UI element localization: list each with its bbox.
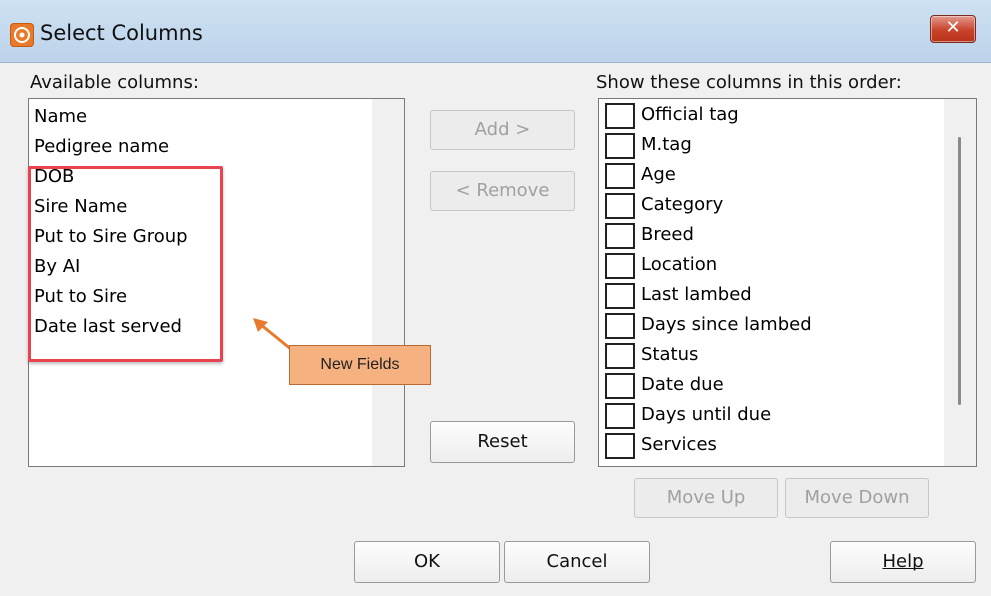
help-label: Help <box>882 551 924 572</box>
shown-columns-list[interactable]: Official tag M.tag Age Category Breed Lo… <box>598 98 977 467</box>
column-row-status[interactable]: Status <box>599 341 954 371</box>
reset-button[interactable]: Reset <box>430 421 575 463</box>
column-row-location[interactable]: Location <box>599 251 954 281</box>
shown-columns-label: Show these columns in this order: <box>596 72 902 93</box>
remove-button[interactable]: < Remove <box>430 171 575 211</box>
close-button[interactable]: ✕ <box>930 15 976 43</box>
remove-button-label: < Remove <box>455 180 550 201</box>
column-label: Services <box>641 434 717 455</box>
column-checkbox[interactable] <box>605 223 635 249</box>
column-row-breed[interactable]: Breed <box>599 221 954 251</box>
column-checkbox[interactable] <box>605 403 635 429</box>
column-row-services[interactable]: Services <box>599 431 954 461</box>
cancel-button[interactable]: Cancel <box>504 541 650 583</box>
window-title: Select Columns <box>40 21 203 45</box>
column-label: Official tag <box>641 104 739 125</box>
ok-label: OK <box>414 551 440 572</box>
column-row-days-until-due[interactable]: Days until due <box>599 401 954 431</box>
column-row-last-lambed[interactable]: Last lambed <box>599 281 954 311</box>
list-item[interactable]: Pedigree name <box>34 136 169 157</box>
column-label: Last lambed <box>641 284 752 305</box>
column-row-m-tag[interactable]: M.tag <box>599 131 954 161</box>
column-label: M.tag <box>641 134 692 155</box>
add-button[interactable]: Add > <box>430 110 575 150</box>
available-columns-label: Available columns: <box>30 72 199 93</box>
new-fields-callout: New Fields <box>289 345 431 385</box>
column-checkbox[interactable] <box>605 163 635 189</box>
column-label: Status <box>641 344 699 365</box>
column-label: Breed <box>641 224 694 245</box>
column-checkbox[interactable] <box>605 343 635 369</box>
close-icon: ✕ <box>945 17 961 38</box>
cancel-label: Cancel <box>546 551 608 572</box>
column-row-days-since-lambed[interactable]: Days since lambed <box>599 311 954 341</box>
column-label: Days since lambed <box>641 314 812 335</box>
column-checkbox[interactable] <box>605 283 635 309</box>
move-down-label: Move Down <box>804 487 910 508</box>
move-up-button[interactable]: Move Up <box>634 478 778 518</box>
column-checkbox[interactable] <box>605 253 635 279</box>
column-checkbox[interactable] <box>605 103 635 129</box>
ok-button[interactable]: OK <box>354 541 500 583</box>
column-row-age[interactable]: Age <box>599 161 954 191</box>
column-checkbox[interactable] <box>605 133 635 159</box>
help-button[interactable]: Help <box>830 541 976 583</box>
list-item[interactable]: Name <box>34 106 87 127</box>
column-checkbox[interactable] <box>605 313 635 339</box>
column-row-official-tag[interactable]: Official tag <box>599 101 954 131</box>
title-bar: Select Columns ✕ <box>0 0 991 63</box>
column-label: Location <box>641 254 718 275</box>
move-down-button[interactable]: Move Down <box>785 478 929 518</box>
app-logo-icon <box>10 23 34 47</box>
shown-list-scrollbar[interactable] <box>944 99 976 466</box>
reset-button-label: Reset <box>477 431 528 452</box>
column-checkbox[interactable] <box>605 373 635 399</box>
column-row-category[interactable]: Category <box>599 191 954 221</box>
column-row-date-due[interactable]: Date due <box>599 371 954 401</box>
add-button-label: Add > <box>474 119 531 140</box>
column-label: Category <box>641 194 724 215</box>
new-fields-highlight <box>28 166 223 362</box>
column-checkbox[interactable] <box>605 193 635 219</box>
column-checkbox[interactable] <box>605 433 635 459</box>
available-list-scrollbar[interactable] <box>372 99 404 466</box>
column-label: Date due <box>641 374 724 395</box>
move-up-label: Move Up <box>666 487 746 508</box>
scrollbar-thumb[interactable] <box>958 137 961 405</box>
column-label: Days until due <box>641 404 772 425</box>
column-label: Age <box>641 164 676 185</box>
